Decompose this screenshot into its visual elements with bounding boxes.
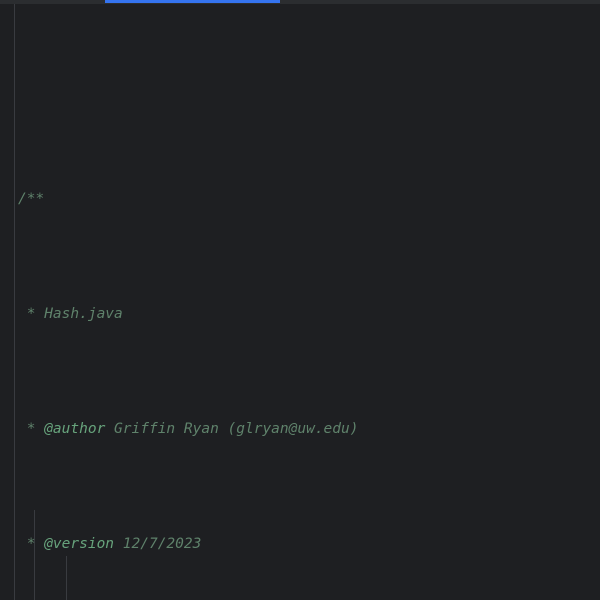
javadoc-author-tag: @author: [44, 421, 106, 437]
code-line-version[interactable]: * @version 12/7/2023: [16, 533, 600, 556]
editor-gutter[interactable]: [0, 4, 15, 600]
javadoc-author-value: Griffin Ryan (glryan@uw.edu): [114, 421, 359, 437]
javadoc-open-token: /**: [18, 191, 45, 207]
javadoc-version-tag: @version: [44, 536, 115, 552]
javadoc-space: [105, 421, 114, 437]
code-line-author[interactable]: * @author Griffin Ryan (glryan@uw.edu): [16, 418, 600, 441]
javadoc-version-value: 12/7/2023: [122, 536, 202, 552]
javadoc-star: *: [18, 536, 45, 552]
javadoc-star: *: [18, 421, 45, 437]
code-line-file-title[interactable]: * Hash.java: [16, 303, 600, 326]
javadoc-file-title: Hash.java: [44, 306, 123, 322]
editor-code-area[interactable]: /** * Hash.java * @author Griffin Ryan (…: [16, 4, 600, 600]
code-line-javadoc-open[interactable]: /**: [16, 188, 600, 211]
code-editor-window: /** * Hash.java * @author Griffin Ryan (…: [0, 0, 600, 600]
javadoc-star: *: [18, 306, 45, 322]
javadoc-space: [114, 536, 123, 552]
indent-guide-2: [66, 556, 67, 600]
active-tab-underline-indicator[interactable]: [105, 0, 280, 3]
